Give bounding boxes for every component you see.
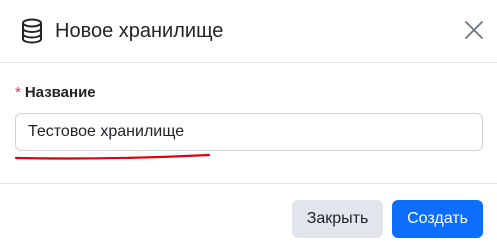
dialog-body: * Название bbox=[0, 63, 497, 183]
close-button[interactable]: Закрыть bbox=[292, 200, 383, 238]
name-field-label: * Название bbox=[15, 83, 96, 103]
create-button[interactable]: Создать bbox=[392, 200, 483, 238]
dialog-footer: Закрыть Создать bbox=[0, 183, 497, 252]
close-icon[interactable] bbox=[462, 18, 486, 42]
new-storage-dialog: Новое хранилище *Название Закрыть Создат… bbox=[0, 0, 497, 252]
required-mark: * bbox=[15, 84, 21, 101]
dialog-header: Новое хранилище bbox=[0, 0, 497, 63]
storage-name-input[interactable] bbox=[15, 113, 483, 151]
database-icon bbox=[19, 17, 45, 45]
red-underline-annotation bbox=[15, 153, 211, 160]
dialog-title: Новое хранилище bbox=[55, 20, 224, 42]
name-label-text: Название bbox=[24, 84, 96, 101]
